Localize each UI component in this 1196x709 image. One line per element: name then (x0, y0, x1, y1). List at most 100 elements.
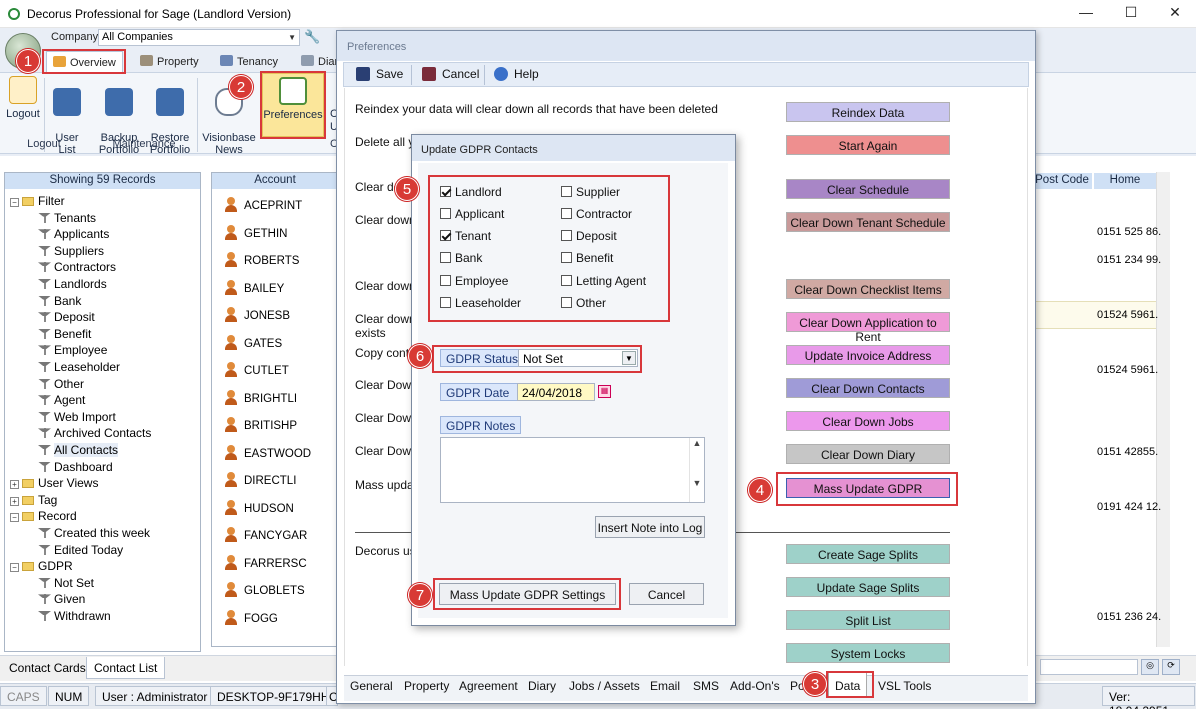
calendar-icon[interactable]: ▦ (598, 385, 611, 398)
clear-down-diary-button[interactable]: Clear Down Diary (786, 444, 950, 464)
tree-item-web-import[interactable]: Web Import (40, 410, 116, 424)
clear-down-tenant-schedule-button[interactable]: Clear Down Tenant Schedule (786, 212, 950, 232)
clear-down-jobs-button[interactable]: Clear Down Jobs (786, 411, 950, 431)
tree-item-contractors[interactable]: Contractors (40, 260, 116, 274)
tab-property[interactable]: Property (134, 51, 205, 73)
tab-property[interactable]: Property (404, 679, 449, 693)
tree-item-not-set[interactable]: Not Set (40, 576, 94, 590)
collapse-icon[interactable]: − (10, 198, 19, 207)
tree-folder-record[interactable]: − Record (10, 509, 77, 523)
create-sage-splits-button[interactable]: Create Sage Splits (786, 544, 950, 564)
wrench-icon[interactable]: 🔧 (304, 29, 320, 45)
tab-contact-cards[interactable]: Contact Cards (2, 657, 93, 679)
tree-item-dashboard[interactable]: Dashboard (40, 460, 113, 474)
reindex-data-button[interactable]: Reindex Data (786, 102, 950, 122)
table-row[interactable]: BRITISHP (224, 417, 297, 433)
table-row[interactable]: FANCYGAR (224, 527, 307, 543)
tab-tenancy[interactable]: Tenancy (214, 51, 284, 73)
clear-down-contacts-button[interactable]: Clear Down Contacts (786, 378, 950, 398)
table-row[interactable]: GATES (224, 334, 282, 351)
tab-add-on-s[interactable]: Add-On's (730, 679, 780, 693)
cancel-button[interactable]: Cancel (422, 67, 479, 81)
tab-vsl-tools[interactable]: VSL Tools (878, 679, 931, 693)
table-row[interactable]: FARRERSC (224, 554, 307, 571)
refresh-icon[interactable]: ⟳ (1162, 659, 1180, 675)
home-column-header[interactable]: Home (1094, 173, 1156, 189)
table-row[interactable]: JONESB (224, 307, 290, 323)
tree-folder-gdpr[interactable]: − GDPR (10, 559, 73, 573)
table-row[interactable]: BAILEY (224, 279, 284, 296)
tree-item-deposit[interactable]: Deposit (40, 310, 95, 324)
expand-icon[interactable]: + (10, 496, 19, 506)
gdpr-notes-textarea[interactable] (440, 437, 705, 503)
search-input[interactable] (1040, 659, 1138, 675)
start-again-button[interactable]: Start Again (786, 135, 950, 155)
split-list-button[interactable]: Split List (786, 610, 950, 630)
table-row[interactable]: FOGG (224, 609, 278, 626)
table-row[interactable]: GETHIN (224, 224, 287, 241)
company-select[interactable]: All Companies ▼ (98, 29, 300, 46)
tree-item-all-contacts[interactable]: All Contacts (40, 443, 119, 457)
binoculars-icon[interactable]: ◎ (1141, 659, 1159, 675)
post-code-column-header[interactable]: Post Code (1032, 173, 1092, 189)
tree-item-leaseholder[interactable]: Leaseholder (40, 360, 120, 374)
tree-item-landlords[interactable]: Landlords (40, 277, 107, 291)
tree-item-withdrawn[interactable]: Withdrawn (40, 609, 111, 623)
help-button[interactable]: Help (494, 67, 539, 81)
tab-jobs-assets[interactable]: Jobs / Assets (569, 679, 640, 693)
clear-down-application-to-rent-button[interactable]: Clear Down Application to Rent (786, 312, 950, 344)
table-row[interactable]: EASTWOOD (224, 444, 311, 461)
clear-down-checklist-items-button[interactable]: Clear Down Checklist Items (786, 279, 950, 299)
tab-general[interactable]: General (350, 679, 393, 693)
tab-email[interactable]: Email (650, 679, 680, 693)
tree-item-created-this-week[interactable]: Created this week (40, 526, 150, 540)
collapse-icon[interactable]: − (10, 513, 19, 523)
gdpr-cancel-button[interactable]: Cancel (629, 583, 704, 605)
system-locks-button[interactable]: System Locks (786, 643, 950, 663)
tree-item-applicants[interactable]: Applicants (40, 227, 109, 241)
tree-folder-filter[interactable]: − Filter (10, 194, 65, 208)
clear-schedule-button[interactable]: Clear Schedule (786, 179, 950, 199)
save-button[interactable]: Save (356, 67, 403, 81)
insert-note-button[interactable]: Insert Note into Log (595, 516, 705, 538)
update-invoice-address-button[interactable]: Update Invoice Address (786, 345, 950, 365)
maximize-button[interactable]: ☐ (1116, 4, 1146, 24)
expand-icon[interactable]: + (10, 480, 19, 490)
tree-item-agent[interactable]: Agent (40, 393, 85, 407)
logout-button[interactable]: Logout (4, 76, 42, 120)
tree-folder-tag[interactable]: + Tag (10, 493, 57, 507)
tree-item-bank[interactable]: Bank (40, 294, 81, 308)
minimize-button[interactable]: — (1071, 4, 1101, 24)
tab-contact-list[interactable]: Contact List (86, 657, 166, 679)
close-button[interactable]: ✕ (1160, 4, 1190, 24)
collapse-icon[interactable]: − (10, 563, 19, 573)
account-code: HUDSON (244, 502, 294, 515)
tree-item-given[interactable]: Given (40, 592, 85, 606)
table-row[interactable]: ACEPRINT (224, 197, 302, 213)
table-row[interactable]: GLOBLETS (224, 582, 305, 598)
table-row[interactable]: DIRECTLI (224, 472, 296, 488)
tab-sms[interactable]: SMS (693, 679, 719, 693)
tab-agreement[interactable]: Agreement (459, 679, 518, 693)
tree-item-other[interactable]: Other (40, 377, 84, 391)
preferences-title: Preferences (347, 41, 407, 53)
tree-item-archived-contacts[interactable]: Archived Contacts (40, 426, 151, 440)
person-icon (224, 252, 238, 268)
list-scrollbar[interactable] (1156, 172, 1170, 647)
tree-item-benefit[interactable]: Benefit (40, 327, 91, 341)
tree-item-edited-today[interactable]: Edited Today (40, 543, 123, 557)
tree-item-tenants[interactable]: Tenants (40, 211, 96, 225)
table-row[interactable]: BRIGHTLI (224, 389, 297, 406)
tree-item-suppliers[interactable]: Suppliers (40, 244, 104, 258)
preference-description: Reindex your data will clear down all re… (355, 102, 718, 116)
table-row[interactable]: HUDSON (224, 499, 294, 516)
notes-scrollbar[interactable]: ▲ ▼ (689, 438, 704, 502)
account-column-header[interactable]: Account (212, 173, 338, 189)
tree-item-employee[interactable]: Employee (40, 343, 107, 357)
update-sage-splits-button[interactable]: Update Sage Splits (786, 577, 950, 597)
tree-folder-user-views[interactable]: + User Views (10, 476, 98, 490)
gdpr-date-input[interactable]: 24/04/2018 (517, 383, 595, 401)
table-row[interactable]: ROBERTS (224, 252, 299, 268)
table-row[interactable]: CUTLET (224, 362, 289, 378)
tab-diary[interactable]: Diary (528, 679, 556, 693)
